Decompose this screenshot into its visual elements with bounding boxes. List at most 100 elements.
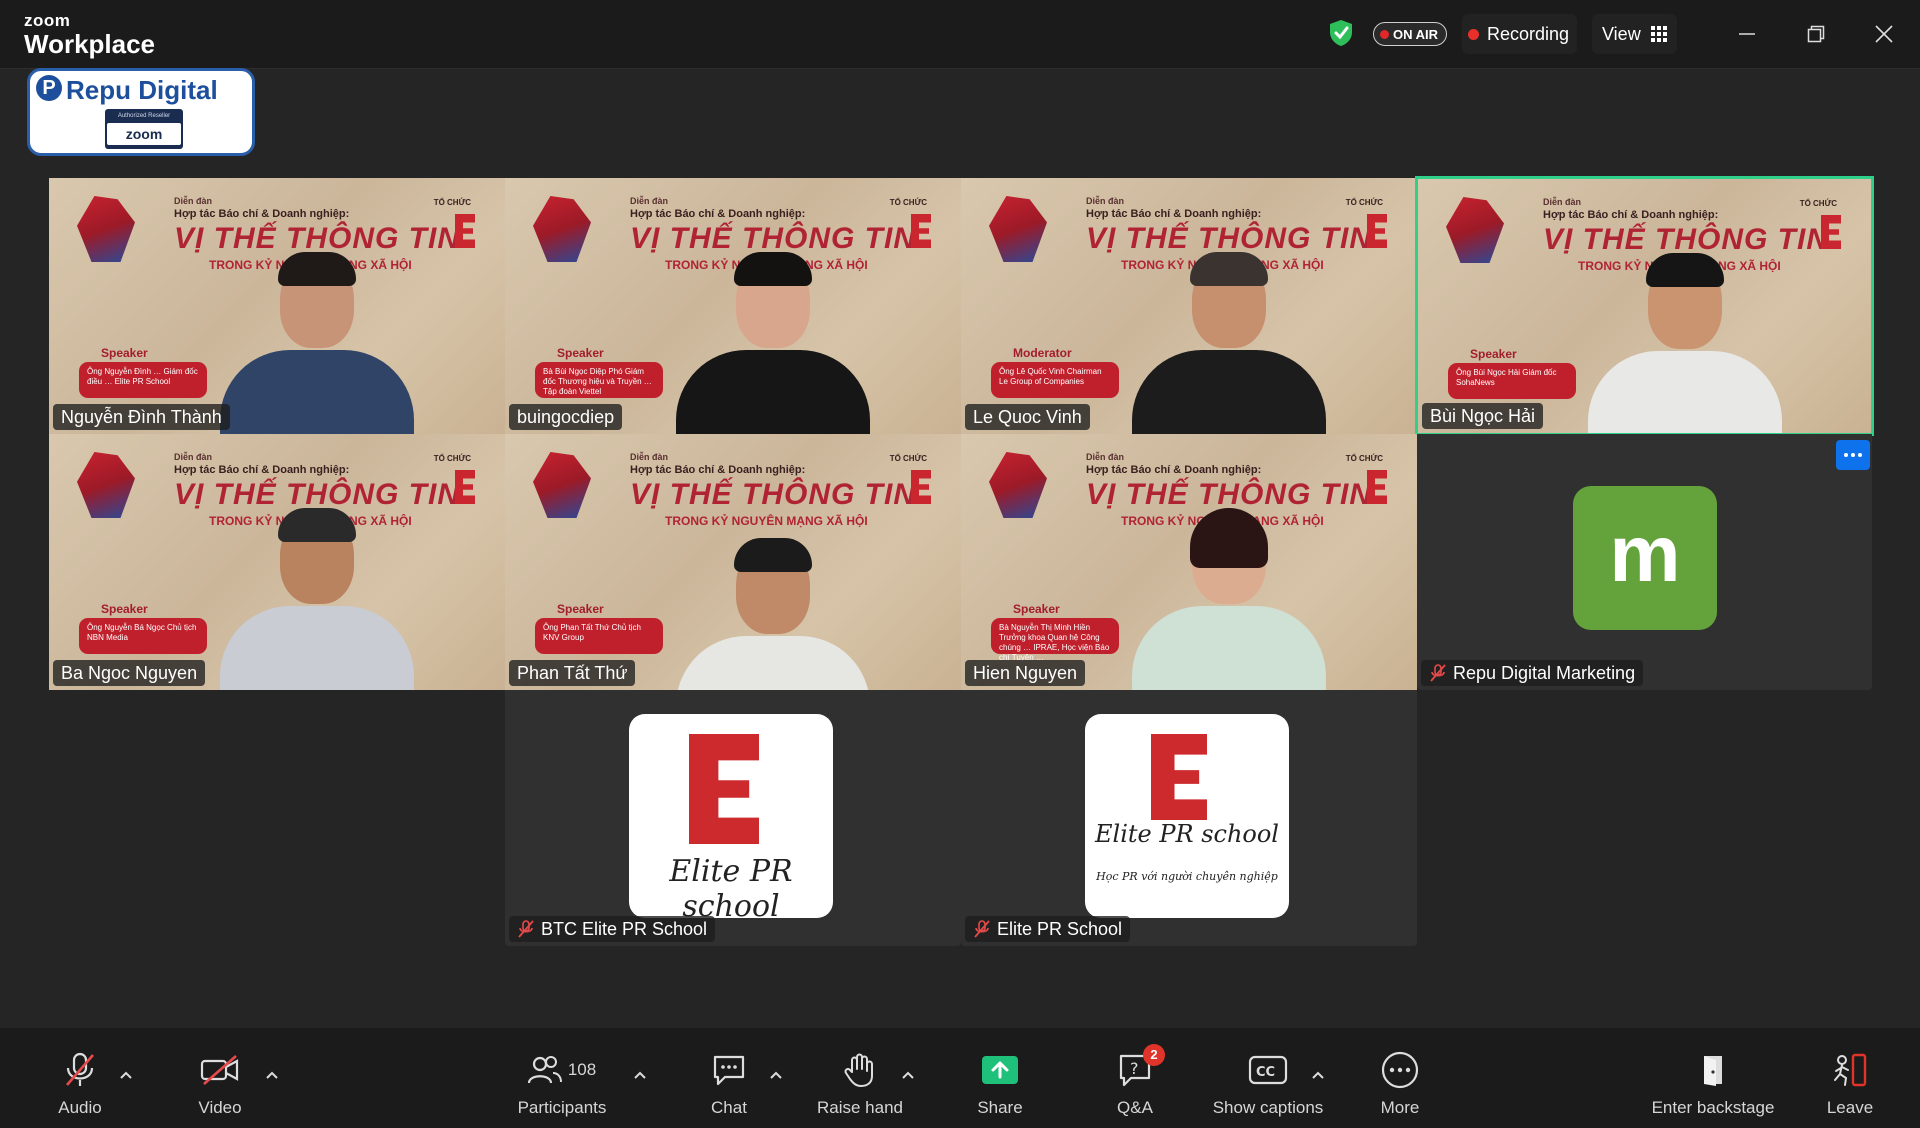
show-captions-button[interactable]: CC Show captions [1206, 1050, 1330, 1120]
role-label: Speaker [557, 346, 604, 360]
chat-options-caret-icon[interactable] [768, 1068, 784, 1084]
participant-tile[interactable]: Elite PR school BTC Elite PR School [505, 690, 961, 946]
svg-text:?: ? [1130, 1059, 1139, 1078]
participants-options-caret-icon[interactable] [632, 1068, 648, 1084]
share-label: Share [977, 1098, 1023, 1117]
close-icon [1875, 25, 1893, 43]
video-label: Video [198, 1098, 242, 1117]
participant-name: buingocdiep [509, 404, 623, 430]
more-dots-icon [1844, 453, 1848, 457]
share-screen-icon [982, 1056, 1018, 1084]
raise-hand-label: Raise hand [816, 1098, 903, 1117]
chat-button[interactable]: Chat [704, 1050, 754, 1120]
brand-workplace: Workplace [24, 29, 156, 59]
elite-e-icon [455, 470, 475, 504]
video-options-caret-icon[interactable] [264, 1068, 280, 1084]
elite-e-icon [1367, 470, 1387, 504]
elite-e-icon [1821, 215, 1841, 249]
leave-button[interactable]: Leave [1822, 1050, 1878, 1120]
meeting-controls-toolbar: Audio Video 108 Participants Chat Raise … [0, 1028, 1920, 1128]
view-label: View [1602, 23, 1641, 44]
participant-name: Bùi Ngọc Hải [1422, 403, 1544, 429]
vietnam-map-icon [533, 196, 591, 262]
recording-dot-icon [1468, 28, 1479, 40]
role-box: Ông Nguyễn Đình … Giám đốc điều … Elite … [79, 362, 207, 398]
vietnam-map-icon [989, 452, 1047, 518]
backstage-door-icon [1704, 1056, 1722, 1086]
vietnam-map-icon [989, 196, 1047, 262]
raise-hand-options-caret-icon[interactable] [900, 1068, 916, 1084]
elite-e-icon [911, 470, 931, 504]
recording-label: Recording [1487, 23, 1570, 44]
card-tagline: Học PR với người chuyên nghiệp [1096, 870, 1278, 883]
participants-icon [527, 1056, 562, 1084]
recording-indicator[interactable]: Recording [1462, 14, 1578, 54]
participant-video [1132, 252, 1326, 434]
participants-count: 108 [567, 1060, 597, 1079]
raise-hand-button[interactable]: Raise hand [810, 1050, 910, 1120]
muted-mic-icon [66, 1052, 94, 1086]
qa-button[interactable]: ? 2 Q&A [1112, 1044, 1165, 1120]
on-air-badge: ON AIR [1373, 22, 1448, 46]
participants-label: Participants [517, 1098, 607, 1117]
logo-name: Repu Digital [66, 75, 218, 105]
minimize-button[interactable] [1731, 18, 1763, 50]
participant-video [220, 508, 414, 690]
close-button[interactable] [1868, 18, 1900, 50]
role-label: Moderator [1013, 346, 1072, 360]
participant-name: Le Quoc Vinh [965, 404, 1090, 430]
participant-video [1587, 253, 1782, 433]
vietnam-map-icon [533, 452, 591, 518]
participants-button[interactable]: 108 Participants [514, 1050, 610, 1120]
restore-button[interactable] [1800, 18, 1832, 50]
participant-tile[interactable]: Diễn đàn Hợp tác Báo chí & Doanh nghiệp:… [49, 434, 505, 690]
participant-video [676, 252, 870, 434]
svg-text:CC: CC [1256, 1065, 1275, 1080]
role-box: Bà Nguyễn Thị Minh Hiền Trưởng khoa Quan… [991, 618, 1119, 662]
elite-e-icon [1367, 214, 1387, 248]
role-box: Ông Lê Quốc Vinh Chairman Le Group of Co… [991, 362, 1119, 398]
participant-tile[interactable]: Elite PR school Học PR với người chuyên … [961, 690, 1417, 946]
brand-zoom: zoom [24, 11, 71, 30]
app-brand: zoom Workplace [24, 12, 155, 57]
tile-more-options-button[interactable] [1836, 440, 1870, 470]
elite-e-icon [911, 214, 931, 248]
participant-name: Repu Digital Marketing [1421, 660, 1644, 686]
audio-button[interactable]: Audio [50, 1050, 110, 1120]
participant-name: Ba Ngoc Nguyen [53, 660, 206, 686]
elite-pr-school-logo: Elite PR school [629, 714, 833, 918]
enter-backstage-label: Enter backstage [1651, 1098, 1775, 1117]
raise-hand-icon [844, 1053, 873, 1087]
role-label: Speaker [1013, 602, 1060, 616]
participant-tile-active-speaker[interactable]: Diễn đàn Hợp tác Báo chí & Doanh nghiệp:… [1415, 176, 1874, 436]
leave-label: Leave [1826, 1098, 1874, 1117]
participant-name: Elite PR School [965, 916, 1131, 942]
participant-tile[interactable]: Diễn đàn Hợp tác Báo chí & Doanh nghiệp:… [961, 178, 1417, 434]
repu-digital-logo: P Repu Digital Authorized Reseller zoom [27, 68, 255, 156]
participant-name: BTC Elite PR School [509, 916, 716, 942]
captions-options-caret-icon[interactable] [1310, 1068, 1326, 1084]
avatar: m [1573, 486, 1717, 630]
participant-video [220, 252, 414, 434]
participant-tile[interactable]: Diễn đàn Hợp tác Báo chí & Doanh nghiệp:… [505, 434, 961, 690]
participant-tile[interactable]: Diễn đàn Hợp tác Báo chí & Doanh nghiệp:… [961, 434, 1417, 690]
participant-tile[interactable]: m Repu Digital Marketing [1417, 434, 1872, 690]
participant-name: Phan Tất Thứ [509, 660, 636, 686]
participant-video [1132, 508, 1326, 690]
more-icon [1381, 1051, 1419, 1089]
restore-icon [1807, 25, 1825, 43]
elite-e-icon [689, 734, 759, 844]
event-banner: Diễn đàn Hợp tác Báo chí & Doanh nghiệp:… [505, 434, 961, 544]
vietnam-map-icon [77, 452, 135, 518]
security-shield-icon[interactable] [1328, 19, 1354, 47]
video-button[interactable]: Video [190, 1050, 250, 1120]
participant-tile[interactable]: Diễn đàn Hợp tác Báo chí & Doanh nghiệp:… [49, 178, 505, 434]
audio-options-caret-icon[interactable] [118, 1068, 134, 1084]
more-button[interactable]: More [1375, 1050, 1425, 1120]
share-button[interactable]: Share [975, 1050, 1025, 1120]
enter-backstage-button[interactable]: Enter backstage [1648, 1050, 1778, 1120]
leave-icon [1834, 1053, 1867, 1087]
participant-tile[interactable]: Diễn đàn Hợp tác Báo chí & Doanh nghiệp:… [505, 178, 961, 434]
qa-count-badge: 2 [1143, 1044, 1165, 1066]
view-button[interactable]: View [1592, 14, 1677, 54]
